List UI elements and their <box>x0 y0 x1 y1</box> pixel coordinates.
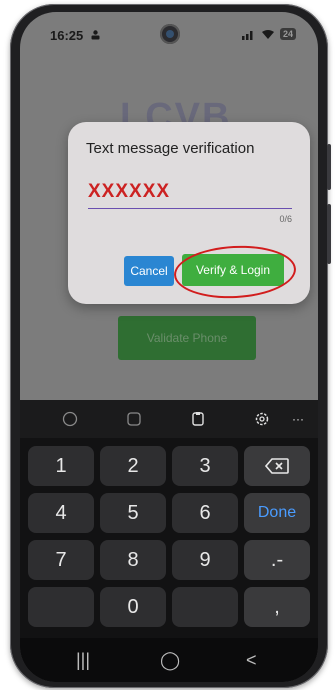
cancel-button[interactable]: Cancel <box>124 256 174 286</box>
home-icon[interactable]: ◯ <box>160 650 180 671</box>
navigation-bar: ||| ◯ < <box>20 638 318 682</box>
back-icon[interactable]: < <box>246 650 257 671</box>
verification-code-input[interactable] <box>88 176 292 209</box>
front-camera <box>160 24 180 44</box>
status-bar: 16:25 24 <box>20 12 318 56</box>
comma-key[interactable]: , <box>244 587 310 627</box>
volume-button <box>327 144 331 190</box>
person-icon <box>91 30 100 40</box>
status-icons: 24 <box>241 28 296 40</box>
power-button <box>327 204 331 264</box>
verify-login-button[interactable]: Verify & Login <box>182 254 284 286</box>
character-counter: 0/6 <box>279 214 292 224</box>
key-7[interactable]: 7 <box>28 540 94 580</box>
backspace-icon <box>265 458 289 474</box>
signal-icon <box>241 30 253 40</box>
validate-phone-button[interactable]: Validate Phone <box>118 316 256 360</box>
blank-key-2[interactable] <box>172 587 238 627</box>
key-5[interactable]: 5 <box>100 493 166 533</box>
clipboard-icon[interactable] <box>188 409 208 429</box>
dialog-title: Text message verification <box>86 140 255 157</box>
done-key[interactable]: Done <box>244 493 310 533</box>
key-0[interactable]: 0 <box>100 587 166 627</box>
key-6[interactable]: 6 <box>172 493 238 533</box>
more-icon[interactable]: ··· <box>288 409 308 429</box>
key-2[interactable]: 2 <box>100 446 166 486</box>
keyboard-toolbar: ··· <box>20 400 318 438</box>
keyboard: ··· 1 2 3 4 5 6 Done 7 8 9 .- 0 , ||| ◯ … <box>20 400 318 682</box>
phone-frame: 16:25 24 LCVB Validate Phone Text messag… <box>10 4 331 688</box>
backspace-key[interactable] <box>244 446 310 486</box>
verification-dialog: Text message verification 0/6 Cancel Ver… <box>68 122 310 304</box>
stickers-icon[interactable] <box>124 409 144 429</box>
key-4[interactable]: 4 <box>28 493 94 533</box>
key-1[interactable]: 1 <box>28 446 94 486</box>
status-time: 16:25 <box>50 28 84 43</box>
key-8[interactable]: 8 <box>100 540 166 580</box>
dot-dash-key[interactable]: .- <box>244 540 310 580</box>
screen: 16:25 24 LCVB Validate Phone Text messag… <box>20 12 318 682</box>
recents-icon[interactable]: ||| <box>76 650 90 671</box>
blank-key[interactable] <box>28 587 94 627</box>
settings-icon[interactable] <box>252 409 272 429</box>
key-3[interactable]: 3 <box>172 446 238 486</box>
key-9[interactable]: 9 <box>172 540 238 580</box>
wifi-icon <box>261 29 274 39</box>
battery-icon: 24 <box>279 28 296 40</box>
emoji-icon[interactable] <box>60 409 80 429</box>
